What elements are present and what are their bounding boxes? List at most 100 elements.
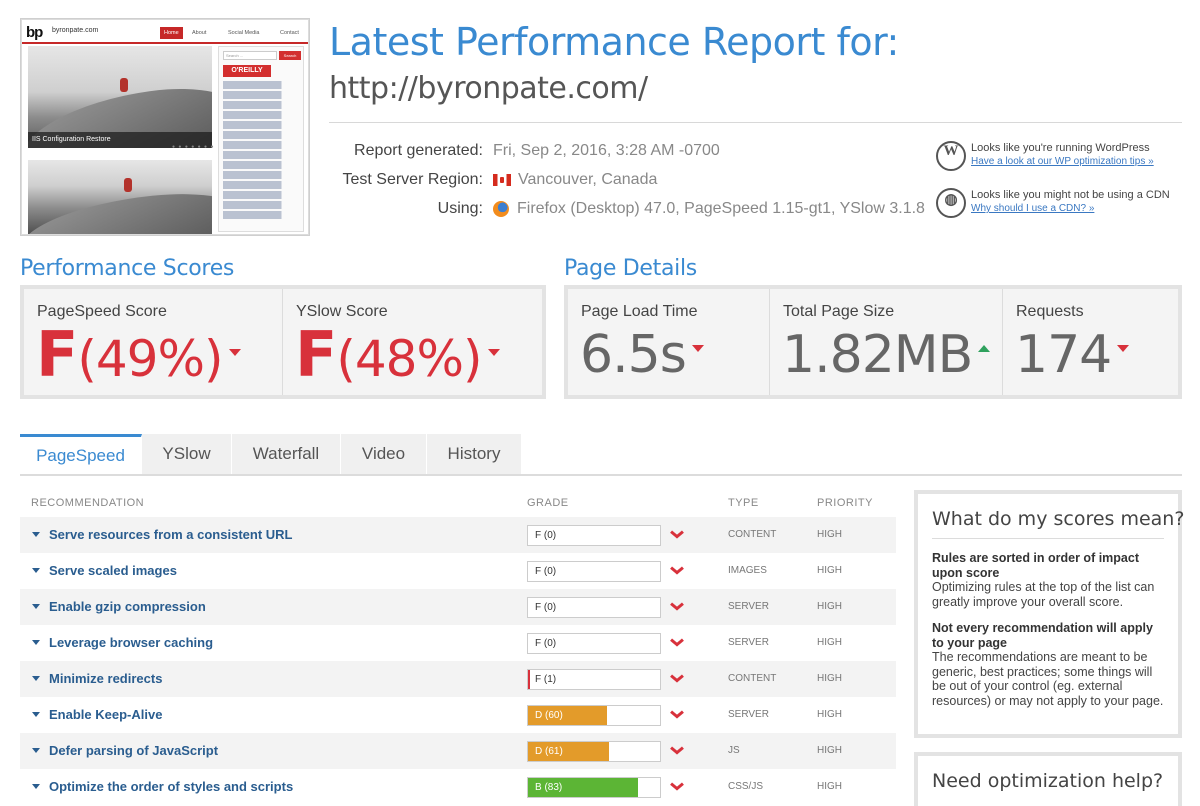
tab-waterfall[interactable]: Waterfall: [232, 434, 341, 474]
meta-generated-label: Report generated:: [354, 142, 483, 159]
wp-optimization-tips-link[interactable]: Have a look at our WP optimization tips …: [971, 156, 1154, 167]
thumbnail-search-input: Search ...: [223, 51, 277, 60]
notice-wordpress: W Looks like you're running WordPress Ha…: [936, 141, 1186, 173]
expand-triangle-icon[interactable]: [32, 640, 40, 646]
chevron-down-icon[interactable]: [670, 710, 684, 720]
grade-text: B (83): [535, 782, 563, 793]
thumbnail-nav-about: About: [192, 30, 207, 36]
why-cdn-link[interactable]: Why should I use a CDN? »: [971, 203, 1094, 214]
expand-triangle-icon[interactable]: [32, 676, 40, 682]
chevron-down-icon[interactable]: [670, 638, 684, 648]
recommendation-priority: HIGH: [817, 529, 842, 540]
chevron-down-icon[interactable]: [670, 674, 684, 684]
grade-bar: D (60): [527, 705, 661, 726]
expand-triangle-icon[interactable]: [32, 712, 40, 718]
recommendation-name[interactable]: Serve scaled images: [32, 553, 177, 589]
recommendation-name[interactable]: Enable gzip compression: [32, 589, 206, 625]
requests-value: 174: [1015, 323, 1130, 387]
thumbnail-logo: bp: [26, 24, 43, 41]
meta-generated-value: Fri, Sep 2, 2016, 3:28 AM -0700: [493, 142, 720, 159]
column-header-recommendation[interactable]: RECOMMENDATION: [31, 497, 144, 509]
recommendation-priority: HIGH: [817, 601, 842, 612]
column-header-grade[interactable]: GRADE: [527, 497, 569, 509]
recommendation-name[interactable]: Optimize the order of styles and scripts: [32, 769, 293, 805]
table-row[interactable]: Leverage browser caching F (0) SERVER HIGH: [20, 625, 896, 661]
scores-explanation-p2: Not every recommendation will apply to y…: [932, 621, 1164, 708]
grade-bar: D (61): [527, 741, 661, 762]
column-header-priority[interactable]: PRIORITY: [817, 497, 873, 509]
recommendation-name[interactable]: Leverage browser caching: [32, 625, 213, 661]
tab-pagespeed[interactable]: PageSpeed: [20, 434, 142, 474]
meta-region-label: Test Server Region:: [342, 171, 483, 188]
table-row[interactable]: Serve resources from a consistent URL F (…: [20, 517, 896, 553]
grade-bar: F (0): [527, 525, 661, 546]
recommendation-priority: HIGH: [817, 745, 842, 756]
notice-cdn: ◍ Looks like you might not be using a CD…: [936, 188, 1186, 220]
thumbnail-sidebar-links: [223, 81, 301, 221]
page-load-time-cell: Page Load Time 6.5s: [568, 289, 770, 395]
optimization-help-title: Need optimization help?: [932, 770, 1164, 792]
recommendation-name[interactable]: Enable Keep-Alive: [32, 697, 162, 733]
report-tabs: PageSpeed YSlow Waterfall Video History: [20, 434, 1182, 476]
thumbnail-hero-image: IIS Configuration Restore: [28, 46, 212, 148]
pagespeed-percent: (49%): [77, 330, 223, 388]
yslow-score-cell: YSlow Score F(48%): [283, 289, 542, 395]
chevron-down-icon[interactable]: [670, 530, 684, 540]
scores-explanation-p1: Rules are sorted in order of impact upon…: [932, 551, 1155, 609]
notice-wordpress-text: Looks like you're running WordPress: [971, 142, 1150, 154]
thumbnail-oreilly-logo: O'REILLY: [223, 65, 271, 77]
expand-triangle-icon[interactable]: [32, 532, 40, 538]
requests-label: Requests: [1016, 303, 1084, 320]
table-row[interactable]: Minimize redirects F (1) CONTENT HIGH: [20, 661, 896, 697]
grade-text: D (61): [535, 746, 563, 757]
page-load-time-label: Page Load Time: [581, 303, 698, 320]
trend-down-icon: [691, 344, 704, 352]
expand-triangle-icon[interactable]: [32, 784, 40, 790]
recommendation-type: JS: [728, 745, 740, 756]
table-row[interactable]: Serve scaled images F (0) IMAGES HIGH: [20, 553, 896, 589]
thumbnail-nav-social: Social Media: [228, 30, 260, 36]
trend-down-icon: [487, 348, 500, 356]
grade-text: F (0): [535, 602, 557, 613]
recommendation-type: SERVER: [728, 709, 769, 720]
expand-triangle-icon[interactable]: [32, 748, 40, 754]
chevron-down-icon[interactable]: [670, 746, 684, 756]
table-row[interactable]: Defer parsing of JavaScript D (61) JS HIGH: [20, 733, 896, 769]
table-row[interactable]: Optimize the order of styles and scripts…: [20, 769, 896, 805]
performance-scores-panel: PageSpeed Score F(49%) YSlow Score F(48%…: [20, 285, 546, 399]
scores-explanation-title: What do my scores mean?: [932, 508, 1185, 530]
total-page-size-cell: Total Page Size 1.82MB: [770, 289, 1003, 395]
table-row[interactable]: Enable gzip compression F (0) SERVER HIGH: [20, 589, 896, 625]
recommendation-name[interactable]: Serve resources from a consistent URL: [32, 517, 292, 553]
thumbnail-nav-contact: Contact: [280, 30, 299, 36]
expand-triangle-icon[interactable]: [32, 568, 40, 574]
tab-video[interactable]: Video: [341, 434, 427, 474]
requests-cell: Requests 174: [1003, 289, 1178, 395]
recommendation-type: SERVER: [728, 601, 769, 612]
expand-triangle-icon[interactable]: [32, 604, 40, 610]
page-load-time-value: 6.5s: [580, 323, 704, 387]
notice-cdn-text: Looks like you might not be using a CDN: [971, 189, 1170, 201]
chevron-down-icon[interactable]: [670, 602, 684, 612]
recommendation-type: CONTENT: [728, 673, 777, 684]
trend-down-icon: [228, 348, 241, 356]
trend-up-icon: [978, 344, 991, 352]
thumbnail-nav-rule: [22, 42, 308, 44]
tab-history[interactable]: History: [427, 434, 522, 474]
tab-yslow[interactable]: YSlow: [142, 434, 232, 474]
table-row[interactable]: Enable Keep-Alive D (60) SERVER HIGH: [20, 697, 896, 733]
globe-icon: ◍: [936, 188, 966, 218]
recommendation-name[interactable]: Defer parsing of JavaScript: [32, 733, 218, 769]
column-header-type[interactable]: TYPE: [728, 497, 759, 509]
firefox-icon: [493, 201, 509, 217]
recommendation-priority: HIGH: [817, 709, 842, 720]
optimization-help-box: Need optimization help?: [914, 752, 1182, 806]
grade-text: F (0): [535, 638, 557, 649]
header-divider: [329, 122, 1182, 123]
recommendation-name[interactable]: Minimize redirects: [32, 661, 162, 697]
meta-using-value: Firefox (Desktop) 47.0, PageSpeed 1.15-g…: [493, 200, 925, 218]
grade-bar: F (0): [527, 633, 661, 654]
thumbnail-nav-home: Home: [160, 27, 183, 39]
chevron-down-icon[interactable]: [670, 566, 684, 576]
chevron-down-icon[interactable]: [670, 782, 684, 792]
